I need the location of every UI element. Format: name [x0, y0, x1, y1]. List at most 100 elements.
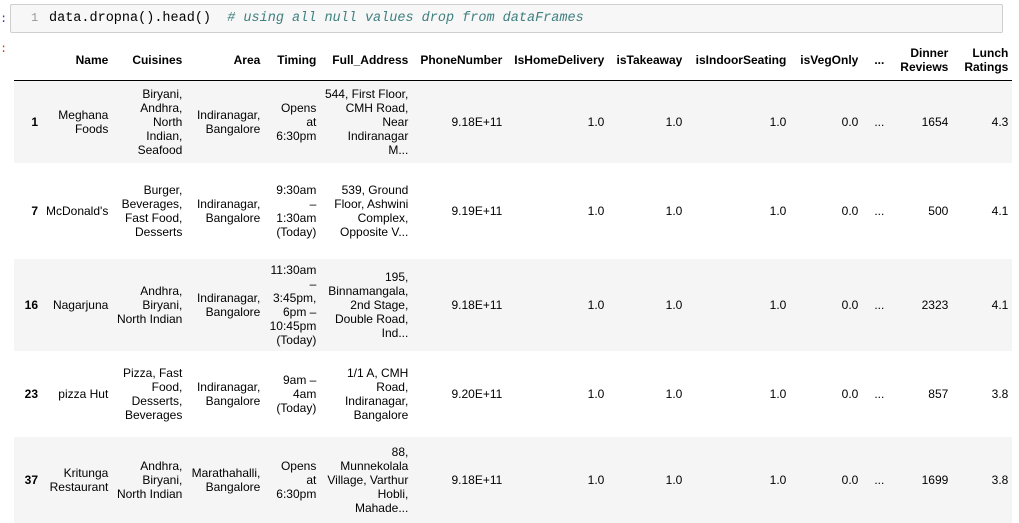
row-index: 1	[31, 114, 38, 129]
table-cell: Pizza, Fast Food, Desserts, Beverages	[122, 365, 183, 422]
table-row: 7 McDonald's Burger, Beverages, Fast Food,…	[14, 162, 1013, 259]
table-cell: 11:30am – 3:45pm, 6pm – 10:45pm (Today)	[269, 262, 317, 347]
table-cell: 1699	[921, 472, 949, 487]
table-cell: 1.0	[587, 114, 605, 129]
table-cell: 1.0	[587, 203, 605, 218]
table-cell: Andhra, Biryani, North Indian	[116, 283, 183, 326]
table-cell: 0.0	[841, 203, 859, 218]
table-cell: Indiranagar, Bangalore	[196, 107, 261, 136]
table-cell: Andhra, Biryani, North Indian	[116, 458, 183, 501]
table-cell: 1.0	[665, 386, 683, 401]
table-row: 16 Nagarjuna Andhra, Biryani, North Indian…	[14, 258, 1013, 351]
table-cell: 0.0	[841, 297, 859, 312]
table-cell: ...	[874, 386, 885, 401]
column-header: isTakeaway	[608, 40, 687, 81]
table-cell: 4.1	[991, 297, 1009, 312]
row-index: 7	[31, 203, 38, 218]
table-cell: Kritunga Restaurant	[49, 465, 109, 494]
table-cell: 1.0	[769, 472, 787, 487]
table-cell: ...	[874, 114, 885, 129]
column-header: Timing	[264, 40, 321, 81]
row-index: 37	[24, 472, 38, 487]
table-cell: 9.20E+11	[451, 386, 503, 401]
code-comment: # using all null values drop from dataFr…	[227, 11, 584, 26]
table-cell: ...	[874, 297, 885, 312]
table-row: 37 Kritunga Restaurant Andhra, Biryani, No…	[14, 436, 1013, 523]
code-cell-editor[interactable]: 1 data.dropna().head() # using all null …	[10, 4, 1003, 33]
column-header: Area	[186, 40, 265, 81]
column-header: isVegOnly	[790, 40, 863, 81]
column-header: Lunch Ratings	[952, 40, 1013, 81]
column-header: Cuisines	[112, 40, 187, 81]
row-index: 23	[24, 386, 38, 401]
table-cell: 1.0	[769, 386, 787, 401]
code-text: data.dropna().head()	[49, 11, 212, 26]
table-cell: Marathahalli, Bangalore	[191, 465, 261, 494]
table-cell: 539, Ground Floor, Ashwini Complex, Oppo…	[334, 182, 409, 239]
table-cell: 1.0	[587, 472, 605, 487]
table-cell: 9am – 4am (Today)	[276, 372, 317, 415]
line-number: 1	[31, 11, 39, 25]
column-header: Full_Address	[320, 40, 413, 81]
table-cell: 1/1 A, CMH Road, Indiranagar, Bangalore	[344, 365, 409, 422]
table-cell: Meghana Foods	[58, 107, 109, 136]
table-cell: 9.18E+11	[451, 472, 503, 487]
table-cell: Indiranagar, Bangalore	[196, 379, 261, 408]
table-cell: 3.8	[991, 472, 1009, 487]
table-cell: 1.0	[769, 114, 787, 129]
column-header: Name	[42, 40, 113, 81]
table-cell: ...	[874, 203, 885, 218]
table-cell: Biryani, Andhra, North Indian, Seafood	[137, 86, 183, 157]
table-cell: 88, Munnekolala Village, Varthur Hobli, …	[327, 444, 409, 515]
table-cell: 4.1	[991, 203, 1009, 218]
table-cell: 1.0	[587, 297, 605, 312]
table-cell: 1.0	[665, 472, 683, 487]
column-header	[14, 40, 42, 81]
table-cell: McDonald's	[46, 203, 109, 218]
table-cell: 9.18E+11	[451, 297, 503, 312]
table-cell: 3.8	[991, 386, 1009, 401]
table-cell: 0.0	[841, 114, 859, 129]
table-cell: 9.19E+11	[451, 203, 503, 218]
table-cell: 0.0	[841, 386, 859, 401]
table-cell: Burger, Beverages, Fast Food, Desserts	[121, 182, 183, 239]
table-row: 1 Meghana Foods Biryani, Andhra, North Ind…	[14, 80, 1013, 163]
column-header: IsHomeDelivery	[506, 40, 609, 81]
table-cell: Indiranagar, Bangalore	[196, 290, 261, 319]
dataframe-table: Name Cuisines Area Timing Full_Address PhoneN…	[14, 40, 1013, 523]
column-header: isIndoorSeating	[686, 40, 791, 81]
column-header: ...	[862, 40, 889, 81]
table-cell: 9.18E+11	[451, 114, 503, 129]
column-header: PhoneNumber	[412, 40, 507, 81]
code-line[interactable]: data.dropna().head() # using all null va…	[49, 11, 584, 26]
cell-output: Name Cuisines Area Timing Full_Address PhoneN…	[14, 40, 1013, 523]
column-header: Dinner Reviews	[888, 40, 953, 81]
table-cell: 544, First Floor, CMH Road, Near Indiran…	[324, 86, 409, 157]
table-cell: 857	[928, 386, 949, 401]
table-cell: ...	[874, 472, 885, 487]
table-cell: 1.0	[665, 297, 683, 312]
table-cell: 1.0	[665, 114, 683, 129]
row-index: 16	[24, 297, 38, 312]
table-cell: 4.3	[991, 114, 1009, 129]
table-cell: Indiranagar, Bangalore	[196, 196, 261, 225]
table-header-row: Name Cuisines Area Timing Full_Address PhoneN…	[14, 40, 1013, 81]
table-cell: Opens at 6:30pm	[276, 458, 317, 501]
table-body: 1 Meghana Foods Biryani, Andhra, North Ind…	[14, 80, 1013, 523]
table-cell: pizza Hut	[58, 386, 109, 401]
table-cell: 500	[928, 203, 949, 218]
table-cell: 1.0	[769, 203, 787, 218]
table-cell: 1.0	[769, 297, 787, 312]
table-cell: 1.0	[587, 386, 605, 401]
input-prompt-marker: :	[0, 12, 8, 26]
table-cell: 2323	[921, 297, 949, 312]
table-cell: 195, Binnamangala, 2nd Stage, Double Roa…	[328, 269, 409, 340]
table-cell: 0.0	[841, 472, 859, 487]
output-prompt-marker: :	[0, 42, 8, 56]
table-cell: 1654	[921, 114, 949, 129]
table-row: 23 pizza Hut Pizza, Fast Food, Desserts, B…	[14, 350, 1013, 437]
table-cell: 9:30am – 1:30am (Today)	[276, 182, 317, 239]
table-cell: 1.0	[665, 203, 683, 218]
table-cell: Opens at 6:30pm	[276, 100, 317, 143]
table-cell: Nagarjuna	[52, 297, 109, 312]
